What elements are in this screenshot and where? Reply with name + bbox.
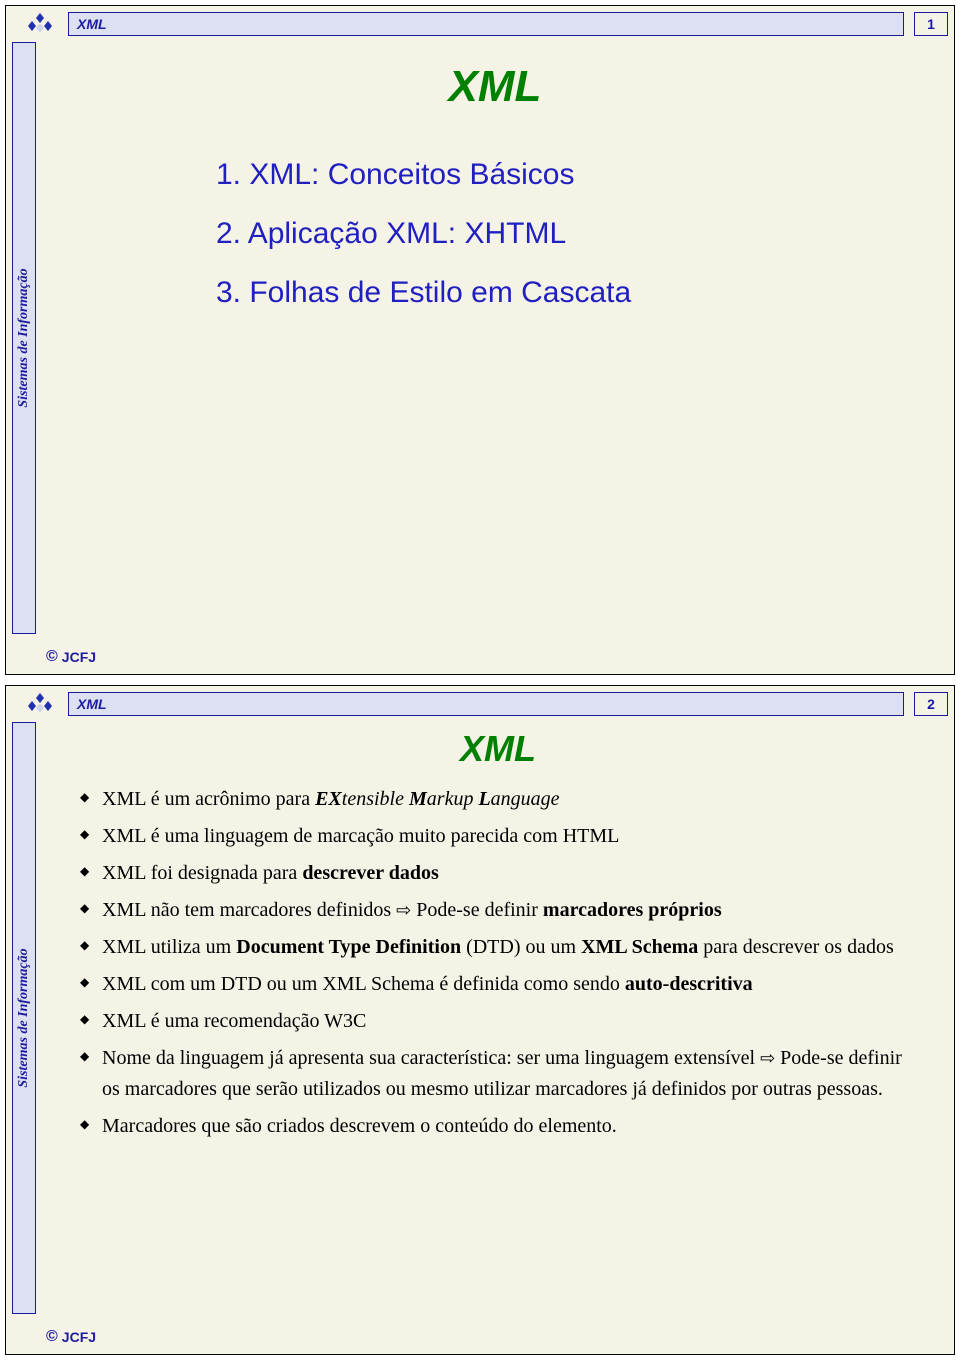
footer-author: JCFJ (62, 1329, 96, 1345)
slide1-content: XML 1. XML: Conceitos Básicos 2. Aplicaç… (46, 42, 944, 644)
bullet-3: XML foi designada para descrever dados (76, 858, 920, 889)
copyright-icon: © (46, 648, 58, 666)
logo-icon (20, 12, 60, 36)
slide2-title: XML (76, 728, 920, 770)
page-number: 1 (914, 12, 948, 36)
logo-icon (20, 692, 60, 716)
bullet-7: XML é uma recomendação W3C (76, 1006, 920, 1037)
slide-2: XML 2 Sistemas de Informação XML XML é u… (5, 685, 955, 1355)
footer: © JCFJ (46, 1328, 96, 1346)
bullet-1: XML é um acrônimo para EXtensible Markup… (76, 784, 920, 815)
header-bar: XML 1 (68, 12, 948, 36)
bullet-2: XML é uma linguagem de marcação muito pa… (76, 821, 920, 852)
toc-item-2: 2. Aplicação XML: XHTML (216, 211, 914, 256)
header-bar: XML 2 (68, 692, 948, 716)
slide1-title: XML (76, 62, 914, 112)
header-title-box: XML (68, 692, 904, 716)
footer-author: JCFJ (62, 649, 96, 665)
header-title-box: XML (68, 12, 904, 36)
bullet-list: XML é um acrônimo para EXtensible Markup… (76, 784, 920, 1142)
slide-1: XML 1 Sistemas de Informação XML 1. XML:… (5, 5, 955, 675)
bullet-8: Nome da linguagem já apresenta sua carac… (76, 1043, 920, 1105)
sidebar-label: Sistemas de Informação (16, 268, 32, 407)
sidebar: Sistemas de Informação (12, 42, 36, 634)
header-title: XML (77, 16, 107, 32)
header-title: XML (77, 696, 107, 712)
footer: © JCFJ (46, 648, 96, 666)
sidebar: Sistemas de Informação (12, 722, 36, 1314)
sidebar-label: Sistemas de Informação (16, 948, 32, 1087)
bullet-9: Marcadores que são criados descrevem o c… (76, 1111, 920, 1142)
bullet-4: XML não tem marcadores definidos ⇨ Pode-… (76, 895, 920, 926)
arrow-icon: ⇨ (396, 900, 411, 920)
slide2-content: XML XML é um acrônimo para EXtensible Ma… (46, 722, 940, 1324)
toc-item-1: 1. XML: Conceitos Básicos (216, 152, 914, 197)
copyright-icon: © (46, 1328, 58, 1346)
toc-item-3: 3. Folhas de Estilo em Cascata (216, 270, 914, 315)
bullet-6: XML com um DTD ou um XML Schema é defini… (76, 969, 920, 1000)
bullet-5: XML utiliza um Document Type Definition … (76, 932, 920, 963)
arrow-icon: ⇨ (760, 1048, 775, 1068)
page-number: 2 (914, 692, 948, 716)
